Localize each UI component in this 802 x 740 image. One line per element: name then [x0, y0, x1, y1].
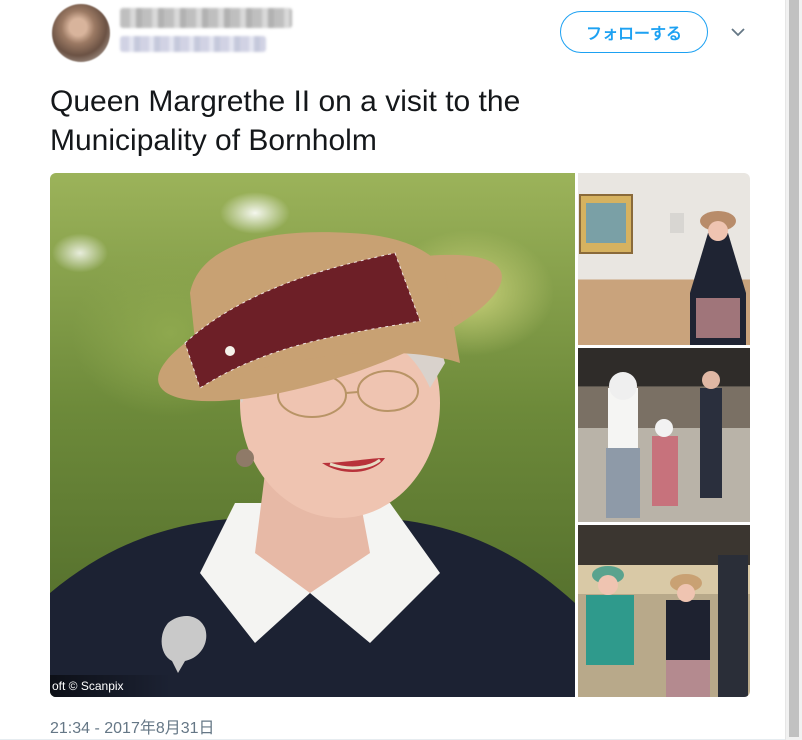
tweet-text-line-2: Municipality of Bornholm [50, 124, 377, 157]
tweet-text-line-1: Queen Margrethe II on a visit to the [50, 85, 521, 118]
chevron-down-icon-glyph [731, 27, 745, 36]
queen-portrait-illustration [50, 232, 575, 697]
photo-credit: oft © Scanpix [50, 675, 172, 697]
photo-queen-portrait[interactable]: oft © Scanpix [50, 173, 575, 697]
blurred-display-name[interactable] [120, 8, 292, 28]
chevron-down-icon[interactable] [728, 22, 748, 42]
tweet-text: Queen Margrethe II on a visit to the Mun… [50, 82, 750, 160]
scrollbar-thumb[interactable] [789, 0, 799, 737]
scrollbar[interactable] [785, 0, 802, 740]
courtyard-illustration [578, 348, 750, 518]
media-grid: oft © Scanpix [50, 173, 750, 697]
follow-button[interactable]: フォローする [560, 11, 708, 53]
photo-seated-visit[interactable] [578, 525, 750, 697]
gallery-illustration [579, 194, 746, 345]
photo-courtyard-visit[interactable] [578, 348, 750, 522]
tweet-timestamp[interactable]: 21:34 - 2017年8月31日 [50, 714, 215, 738]
blurred-username[interactable] [120, 36, 266, 52]
seated-illustration [578, 525, 750, 697]
photo-gallery-visit[interactable] [578, 173, 750, 345]
avatar[interactable] [52, 4, 110, 62]
tweet-card: フォローする Queen Margrethe II on a visit to … [0, 0, 786, 740]
